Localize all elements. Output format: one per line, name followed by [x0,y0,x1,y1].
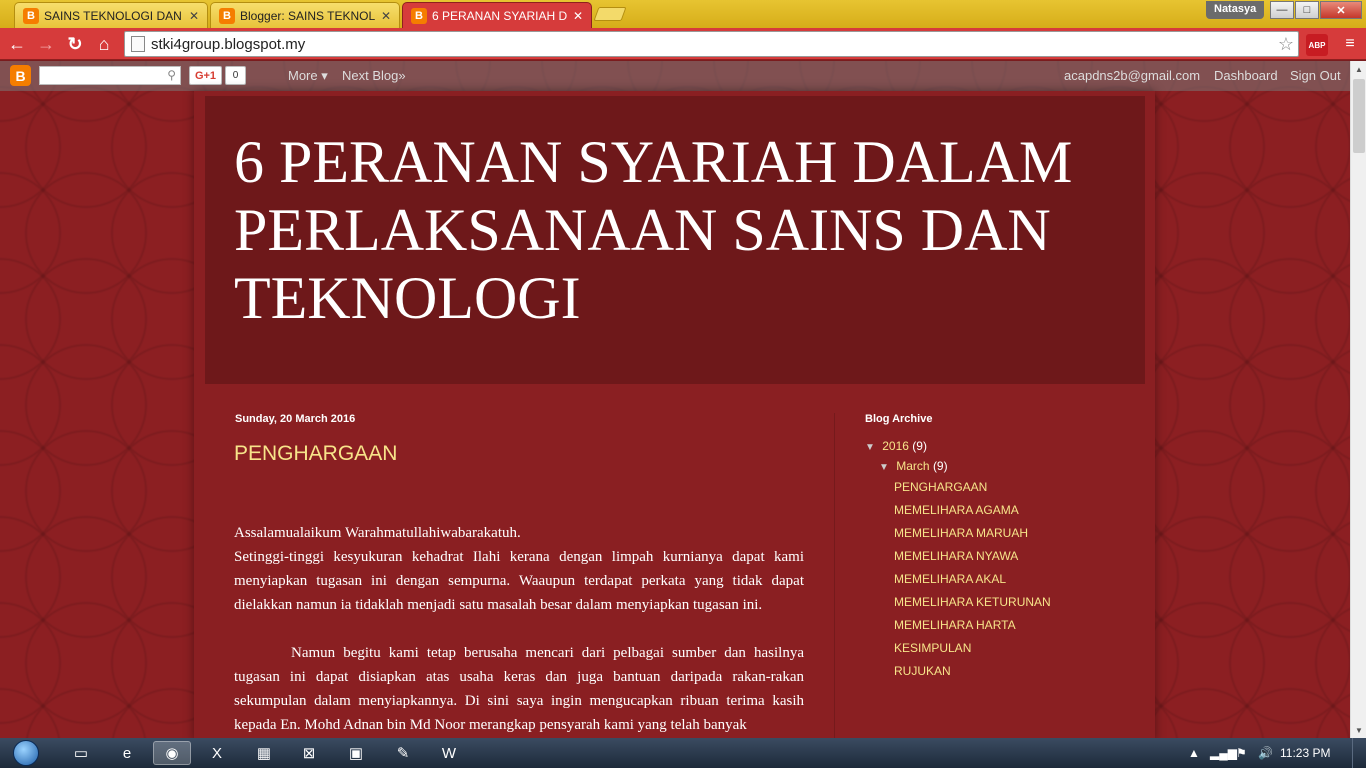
collapse-triangle-icon[interactable]: ▼ [879,462,889,473]
archive-post-link[interactable]: MEMELIHARA MARUAH [894,525,1125,548]
blog-header: 6 PERANAN SYARIAH DALAM PERLAKSANAAN SAI… [205,96,1145,384]
page-icon [131,36,145,52]
url-text[interactable]: stki4group.blogspot.my [151,36,1278,53]
column-divider [834,413,835,738]
bookmark-star-icon[interactable]: ☆ [1278,34,1294,55]
tab-peranan-syariah[interactable]: B 6 PERANAN SYARIAH DAL ✕ [402,2,592,28]
blog-search-input[interactable]: ⚲ [39,66,181,85]
scroll-up-icon[interactable]: ▲ [1351,61,1366,77]
blog-container: 6 PERANAN SYARIAH DALAM PERLAKSANAAN SAI… [194,91,1155,738]
ie-icon[interactable]: e [108,741,146,765]
chrome-menu-icon[interactable]: ≡ [1338,32,1362,56]
explorer-icon[interactable]: ▭ [62,741,100,765]
archive-post-link[interactable]: KESIMPULAN [894,640,1125,663]
tab-label: 6 PERANAN SYARIAH DAL [432,8,567,23]
chrome-icon[interactable]: ◉ [153,741,191,765]
post-body: Assalamualaikum Warahmatullahiwabarakatu… [234,521,804,738]
post-paragraph: Assalamualaikum Warahmatullahiwabarakatu… [234,525,804,613]
browser-toolbar: ← → ↻ ⌂ stki4group.blogspot.my ☆ ABP ≡ [0,28,1366,60]
search-icon[interactable]: ⚲ [167,68,176,82]
new-tab-button[interactable] [593,7,627,21]
sign-out-link[interactable]: Sign Out [1290,68,1341,83]
scroll-down-icon[interactable]: ▼ [1351,722,1366,738]
archive-month-count: (9) [932,459,948,473]
volume-icon[interactable]: 🔊 [1258,746,1273,760]
blog-title[interactable]: 6 PERANAN SYARIAH DALAM PERLAKSANAAN SAI… [234,128,1134,332]
tray-expand-icon[interactable]: ▲ [1188,746,1200,760]
archive-post-link[interactable]: MEMELIHARA AGAMA [894,502,1125,525]
tab-close-icon[interactable]: ✕ [573,9,583,23]
blogger-logo-icon[interactable]: B [10,65,31,86]
flag-icon[interactable]: ⚑ [1236,746,1247,760]
windows-taskbar: ▭ e ◉ X ▦ ⊠ ▣ ✎ W ▲ ▂▄▆ ⚑ 🔊 11:23 PM [0,738,1366,768]
adblock-plus-icon[interactable]: ABP [1306,34,1328,56]
home-icon[interactable]: ⌂ [92,32,116,56]
archive-year-count: (9) [912,439,927,453]
archive-post-list: PENGHARGAAN MEMELIHARA AGAMA MEMELIHARA MA… [865,479,1125,686]
post-paragraph: Namun begitu kami tetap berusaha mencari… [234,645,804,733]
excel-icon[interactable]: X [198,741,236,765]
back-arrow-icon[interactable]: ← [5,32,29,56]
account-email[interactable]: acapdns2b@gmail.com [1064,68,1200,83]
blogger-favicon-icon: B [219,7,235,24]
word-icon[interactable]: W [430,741,468,765]
archive-heading: Blog Archive [865,413,933,425]
web-page: B ⚲ G+1 0 More ▾ Next Blog» acapdns2b@gm… [0,61,1350,738]
next-blog-link[interactable]: Next Blog» [342,68,406,83]
system-clock[interactable]: 11:23 PM [1280,746,1330,760]
archive-month[interactable]: ▼ March (9) [879,459,1125,473]
archive-post-link[interactable]: PENGHARGAAN [894,479,1125,502]
archive-post-link[interactable]: MEMELIHARA HARTA [894,617,1125,640]
blogger-favicon-icon: B [411,7,427,24]
gplus-count: 0 [225,66,246,85]
archive-year-label[interactable]: 2016 [882,439,909,453]
address-bar[interactable]: stki4group.blogspot.my ☆ [124,31,1299,57]
blogger-navbar: B ⚲ G+1 0 More ▾ Next Blog» acapdns2b@gm… [0,61,1350,91]
collapse-triangle-icon[interactable]: ▼ [865,442,875,453]
more-dropdown[interactable]: More ▾ [288,68,328,84]
archive-post-link[interactable]: RUJUKAN [894,663,1125,686]
blogger-favicon-icon: B [23,7,39,24]
tab-blogger[interactable]: B Blogger: SAINS TEKNOLO ✕ [210,2,400,28]
archive-year[interactable]: ▼ 2016 (9) [865,439,1125,453]
show-desktop-button[interactable] [1352,738,1366,768]
paint-icon[interactable]: ✎ [384,741,422,765]
archive-post-link[interactable]: MEMELIHARA NYAWA [894,548,1125,571]
dashboard-link[interactable]: Dashboard [1214,68,1278,83]
tab-close-icon[interactable]: ✕ [381,9,391,23]
folder-icon[interactable]: ▣ [337,741,375,765]
tab-label: Blogger: SAINS TEKNOLO [240,8,375,23]
post-title[interactable]: PENGHARGAAN [234,442,397,466]
close-window-button[interactable]: ✕ [1320,1,1362,19]
forward-arrow-icon[interactable]: → [34,32,58,56]
archive-post-link[interactable]: MEMELIHARA KETURUNAN [894,594,1125,617]
minimize-button[interactable]: — [1270,1,1294,19]
reload-icon[interactable]: ↻ [63,32,87,56]
page-scrollbar[interactable]: ▲ ▼ [1350,61,1366,738]
tab-label: SAINS TEKNOLOGI DAN K [44,8,183,23]
xampp-icon[interactable]: ⊠ [290,741,328,765]
tab-sains-teknologi[interactable]: B SAINS TEKNOLOGI DAN K ✕ [14,2,208,28]
profile-name-badge[interactable]: Natasya [1206,1,1265,19]
post-date: Sunday, 20 March 2016 [235,413,356,425]
start-button[interactable] [6,738,46,768]
sidebar: Blog Archive ▼ 2016 (9) ▼ March (9) PENG… [865,413,1125,686]
windows-logo-icon [13,740,39,766]
browser-titlebar: B SAINS TEKNOLOGI DAN K ✕ B Blogger: SAI… [0,0,1366,28]
tab-close-icon[interactable]: ✕ [189,9,199,23]
archive-post-link[interactable]: MEMELIHARA AKAL [894,571,1125,594]
maximize-button[interactable]: □ [1295,1,1319,19]
powerpoint-icon[interactable]: ▦ [245,741,283,765]
abp-label: ABP [1308,40,1326,50]
archive-month-label[interactable]: March [896,459,929,473]
scroll-thumb[interactable] [1353,79,1365,153]
signal-icon[interactable]: ▂▄▆ [1210,746,1237,760]
gplus-button[interactable]: G+1 [189,66,222,85]
